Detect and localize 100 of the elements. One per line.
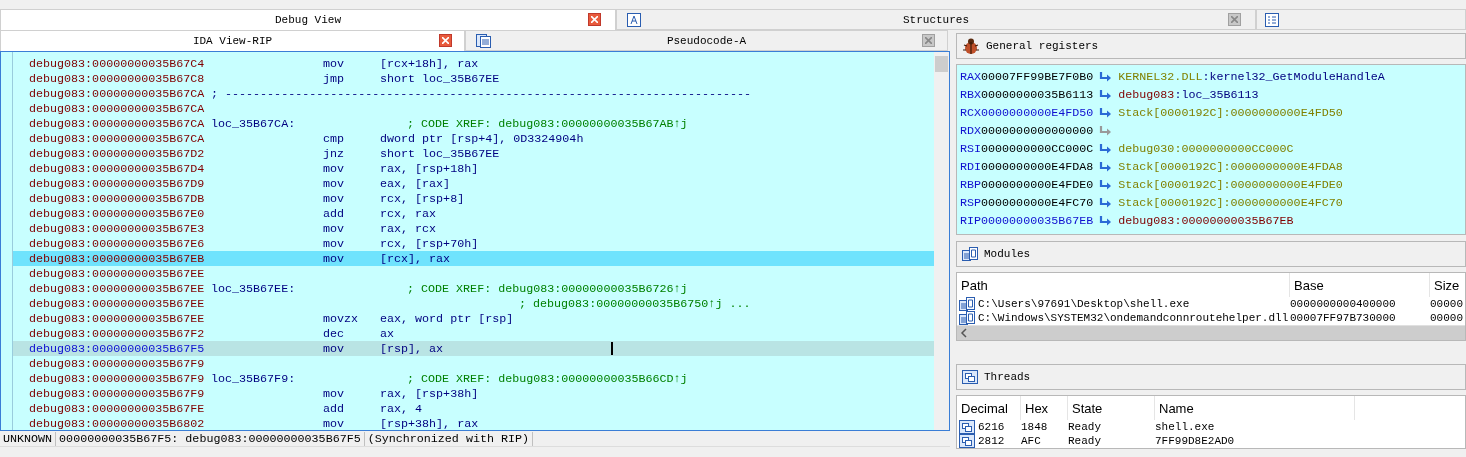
code-line[interactable]: debug083:00000000035B67D2 jnz short loc_35B67EE xyxy=(13,146,934,161)
separator-text: ; --------------------------------------------------------------------------- xyxy=(211,86,752,101)
code-line[interactable]: debug083:00000000035B67F9 loc_35B67F9: ; CODE XREF: debug083:00000000035B66CD↑j xyxy=(13,371,934,386)
status-text: UNKNOWN xyxy=(0,431,57,446)
register-value: 0000000000E4FC70 xyxy=(981,196,1094,210)
code-line[interactable]: debug083:00000000035B67CA xyxy=(13,101,934,116)
column-header[interactable]: Size xyxy=(1430,273,1465,297)
address-text: debug083:00000000035B67EE xyxy=(29,311,206,326)
pointer-arrow-icon xyxy=(1099,180,1113,190)
list-icon xyxy=(1265,13,1279,27)
address-text: debug083:00000000035B67E3 xyxy=(29,221,206,236)
tab[interactable]: Structures xyxy=(616,9,1256,30)
tab[interactable]: IDA View-RIP xyxy=(0,30,465,51)
pointer-arrow-icon xyxy=(1099,108,1113,118)
table-cell-text: 1848 xyxy=(1021,421,1049,433)
register-target: Stack[0000192C]:0000000000E4FDA8 xyxy=(1118,160,1343,174)
pointer-arrow-icon xyxy=(1099,72,1113,82)
tab[interactable]: Debug View xyxy=(0,9,616,30)
address-text: debug083:00000000035B67CA xyxy=(29,116,206,131)
label-text: loc_35B67CA: xyxy=(211,116,296,131)
register-value: 0000000000CC000C xyxy=(981,142,1094,156)
module-icon xyxy=(959,311,975,325)
mnemonic-text: mov xyxy=(323,191,346,206)
status-text: 00000000035B67F5: debug083:00000000035B67F5 xyxy=(56,431,365,446)
code-line[interactable]: debug083:00000000035B67F9 mov rax, [rsp+38h] xyxy=(13,386,934,401)
register-target: debug083:loc_35B6113 xyxy=(1118,88,1259,102)
operand-text: dword ptr [rsp+4], 0D3324904h xyxy=(380,131,584,146)
close-button[interactable] xyxy=(439,34,452,47)
register-name: RCX xyxy=(960,106,982,120)
table-cell-text: 00000 xyxy=(1430,298,1464,310)
address-text: debug083:00000000035B67CA xyxy=(29,131,206,146)
mnemonic-text: mov xyxy=(323,416,346,430)
code-line[interactable]: debug083:00000000035B67C4 mov [rcx+18h], rax xyxy=(13,56,934,71)
code-line[interactable]: debug083:00000000035B67CA ; --------------------------------------------------------------------------- xyxy=(13,86,934,101)
close-button[interactable] xyxy=(588,13,601,26)
code-line[interactable]: debug083:00000000035B67CA loc_35B67CA: ; CODE XREF: debug083:00000000035B67AB↑j xyxy=(13,116,934,131)
operand-text: short loc_35B67EE xyxy=(380,71,500,86)
table-cell-text: Ready xyxy=(1068,435,1102,447)
register-name: RAX xyxy=(960,70,982,84)
address-text: debug083:00000000035B67D9 xyxy=(29,176,206,191)
table-cell-text: shell.exe xyxy=(1155,421,1216,433)
mnemonic-text: mov xyxy=(323,236,346,251)
address-text: debug083:00000000035B67D2 xyxy=(29,146,206,161)
code-line[interactable]: debug083:00000000035B6802 mov [rsp+38h], rax xyxy=(13,416,934,430)
pointer-arrow-icon xyxy=(1099,162,1113,172)
code-line[interactable]: debug083:00000000035B67EE movzx eax, word ptr [rsp] xyxy=(13,311,934,326)
code-line[interactable]: debug083:00000000035B67E3 mov rax, rcx xyxy=(13,221,934,236)
code-line[interactable]: debug083:00000000035B67FE add rax, 4 xyxy=(13,401,934,416)
register-name: RDX xyxy=(960,124,982,138)
code-line[interactable]: debug083:00000000035B67DB mov rcx, [rsp+8] xyxy=(13,191,934,206)
column-header[interactable]: Hex xyxy=(1021,396,1068,420)
mnemonic-text: mov xyxy=(323,341,346,356)
structure-icon xyxy=(627,13,641,27)
column-header[interactable]: State xyxy=(1068,396,1155,420)
operand-text: rcx, rax xyxy=(380,206,438,221)
scrollbar[interactable] xyxy=(957,325,1465,340)
register-target: Stack[0000192C]:0000000000E4FD50 xyxy=(1118,106,1343,120)
mnemonic-text: add xyxy=(323,206,346,221)
code-line[interactable]: debug083:00000000035B67C8 jmp short loc_35B67EE xyxy=(13,71,934,86)
register-name: RBX xyxy=(960,88,982,102)
address-text: debug083:00000000035B67E0 xyxy=(29,206,206,221)
register-value: 00007FF99BE7F0B0 xyxy=(981,70,1094,84)
code-line[interactable]: debug083:00000000035B67F2 dec ax xyxy=(13,326,934,341)
address-text: debug083:00000000035B67FE xyxy=(29,401,206,416)
modules-icon xyxy=(962,247,978,261)
operand-text: eax, [rax] xyxy=(380,176,452,191)
table-cell-text: AFC xyxy=(1021,435,1042,447)
address-text: debug083:00000000035B67D4 xyxy=(29,161,206,176)
code-line[interactable]: debug083:00000000035B67EE ; debug083:00000000035B6750↑j ... xyxy=(13,296,934,311)
address-text: debug083:00000000035B67F9 xyxy=(29,386,206,401)
operand-text: rax, rcx xyxy=(380,221,438,236)
tab[interactable]: Pseudocode-A xyxy=(465,30,948,51)
mnemonic-text: mov xyxy=(323,221,346,236)
code-line[interactable]: debug083:00000000035B67EE loc_35B67EE: ; CODE XREF: debug083:00000000035B6726↑j xyxy=(13,281,934,296)
code-line[interactable]: debug083:00000000035B67CA cmp dword ptr [rsp+4], 0D3324904h xyxy=(13,131,934,146)
operand-text: rcx, [rsp+70h] xyxy=(380,236,480,251)
code-line[interactable]: debug083:00000000035B67D9 mov eax, [rax] xyxy=(13,176,934,191)
operand-text: [rsp+38h], rax xyxy=(380,416,480,430)
mnemonic-text: mov xyxy=(323,161,346,176)
code-line[interactable]: debug083:00000000035B67EE xyxy=(13,266,934,281)
code-line[interactable]: debug083:00000000035B67E0 add rcx, rax xyxy=(13,206,934,221)
column-header[interactable]: Name xyxy=(1155,396,1355,420)
code-line[interactable]: debug083:00000000035B67F9 xyxy=(13,356,934,371)
pointer-arrow-icon xyxy=(1099,90,1113,100)
breakpoint-gutter[interactable] xyxy=(1,52,13,430)
mnemonic-text: add xyxy=(323,401,346,416)
register-target: Stack[0000192C]:0000000000E4FC70 xyxy=(1118,196,1343,210)
code-line[interactable]: debug083:00000000035B67D4 mov rax, [rsp+18h] xyxy=(13,161,934,176)
label-text: loc_35B67F9: xyxy=(211,371,296,386)
table-cell: C:\Windows\SYSTEM32\ondemandconnroutehelper.dll xyxy=(978,312,1290,324)
address-text: debug083:00000000035B67F2 xyxy=(29,326,206,341)
pointer-arrow-icon xyxy=(1099,144,1113,154)
pointer-arrow-icon xyxy=(1099,198,1113,208)
operand-text: eax, word ptr [rsp] xyxy=(380,311,514,326)
tab[interactable] xyxy=(1256,9,1466,30)
mnemonic-text: dec xyxy=(323,326,346,341)
register-value: 00000000035B67EB xyxy=(981,214,1094,228)
code-line[interactable]: debug083:00000000035B67E6 mov rcx, [rsp+70h] xyxy=(13,236,934,251)
mnemonic-text: mov xyxy=(323,386,346,401)
column-header[interactable]: Base xyxy=(1290,273,1430,297)
